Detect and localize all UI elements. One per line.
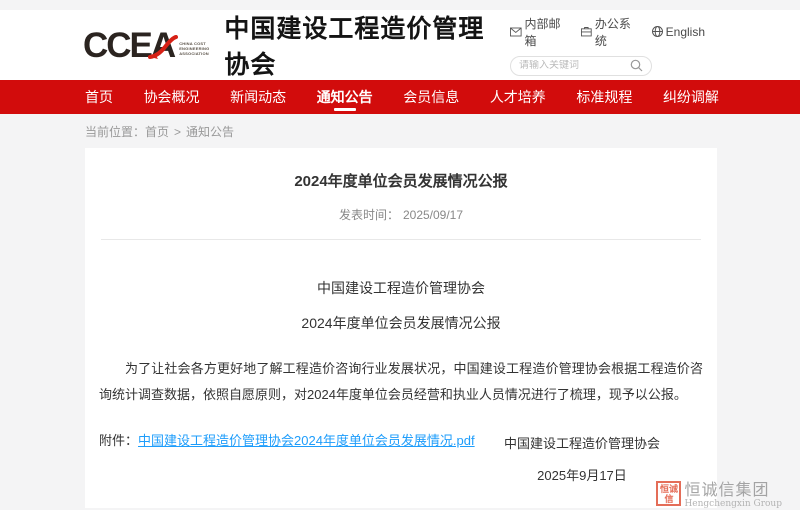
internal-mail-label: 内部邮箱 — [525, 15, 568, 49]
english-link[interactable]: English — [652, 25, 705, 39]
article-paragraph: 为了让社会各方更好地了解工程造价咨询行业发展状况，中国建设工程造价管理协会根据工… — [99, 356, 703, 408]
nav-item-home[interactable]: 首页 — [85, 80, 113, 114]
ccea-logo: CCEA — [83, 28, 174, 63]
article-divider — [101, 239, 701, 240]
header-utility: 内部邮箱 办公系统 English — [510, 15, 705, 76]
office-icon — [581, 26, 592, 37]
internal-mail-link[interactable]: 内部邮箱 — [510, 15, 567, 49]
search-input[interactable] — [519, 60, 630, 71]
doc-heading-org: 中国建设工程造价管理协会 — [99, 278, 703, 298]
breadcrumb-home-link[interactable]: 首页 — [145, 125, 169, 139]
signature-date: 2025年9月17日 — [504, 465, 660, 484]
nav-item-about[interactable]: 协会概况 — [144, 80, 200, 114]
nav-item-disputes[interactable]: 纠纷调解 — [663, 80, 719, 114]
watermark-name-en: Hengchengxin Group — [684, 499, 782, 510]
doc-heading-title: 2024年度单位会员发展情况公报 — [99, 313, 703, 333]
nav-item-notices[interactable]: 通知公告 — [317, 80, 373, 114]
site-title: 中国建设工程造价管理协会 — [224, 9, 510, 81]
search-box — [510, 56, 652, 76]
article-title: 2024年度单位会员发展情况公报 — [99, 170, 703, 191]
watermark-name: 恒诚信集团 — [684, 481, 782, 499]
attachment-pdf-link[interactable]: 中国建设工程造价管理协会2024年度单位会员发展情况.pdf — [138, 433, 475, 448]
globe-icon — [652, 26, 663, 37]
article-date-label: 发表时间： — [339, 208, 399, 222]
signature-name: 中国建设工程造价管理协会 — [504, 433, 660, 452]
article-card: 2024年度单位会员发展情况公报 发表时间： 2025/09/17 中国建设工程造… — [85, 148, 717, 508]
search-icon[interactable] — [630, 59, 643, 72]
breadcrumb-current-link[interactable]: 通知公告 — [186, 125, 234, 139]
nav-item-members[interactable]: 会员信息 — [403, 80, 459, 114]
hengchengxin-watermark: 恒诚信 恒诚信集团 Hengchengxin Group — [656, 481, 782, 510]
office-system-link[interactable]: 办公系统 — [581, 15, 637, 49]
hengchengxin-seal-icon: 恒诚信 — [656, 481, 681, 506]
breadcrumb-prefix: 当前位置： — [85, 125, 145, 139]
watermark-text: 恒诚信集团 Hengchengxin Group — [684, 481, 782, 510]
site-header: CCEA CHINA COST ENGINEERING ASSOCIATION … — [0, 10, 800, 80]
site-logo[interactable]: CCEA CHINA COST ENGINEERING ASSOCIATION … — [83, 9, 510, 81]
main-nav: 首页 协会概况 新闻动态 通知公告 会员信息 人才培养 标准规程 纠纷调解 — [0, 80, 800, 114]
nav-item-news[interactable]: 新闻动态 — [230, 80, 286, 114]
signature-block: 中国建设工程造价管理协会 2025年9月17日 — [504, 433, 660, 484]
breadcrumb-separator: > — [174, 125, 181, 139]
logo-subtext: CHINA COST ENGINEERING ASSOCIATION — [179, 41, 210, 56]
mail-icon — [510, 27, 522, 37]
office-system-label: 办公系统 — [595, 15, 638, 49]
nav-item-standards[interactable]: 标准规程 — [576, 80, 632, 114]
breadcrumb: 当前位置：首页 > 通知公告 — [0, 114, 800, 148]
attachment-label: 附件： — [99, 433, 138, 448]
article-date-value: 2025/09/17 — [403, 208, 463, 222]
utility-links: 内部邮箱 办公系统 English — [510, 15, 705, 49]
logo-swoosh-icon — [148, 35, 178, 61]
nav-item-training[interactable]: 人才培养 — [490, 80, 546, 114]
english-label: English — [666, 25, 705, 39]
article-date: 发表时间： 2025/09/17 — [99, 206, 703, 223]
